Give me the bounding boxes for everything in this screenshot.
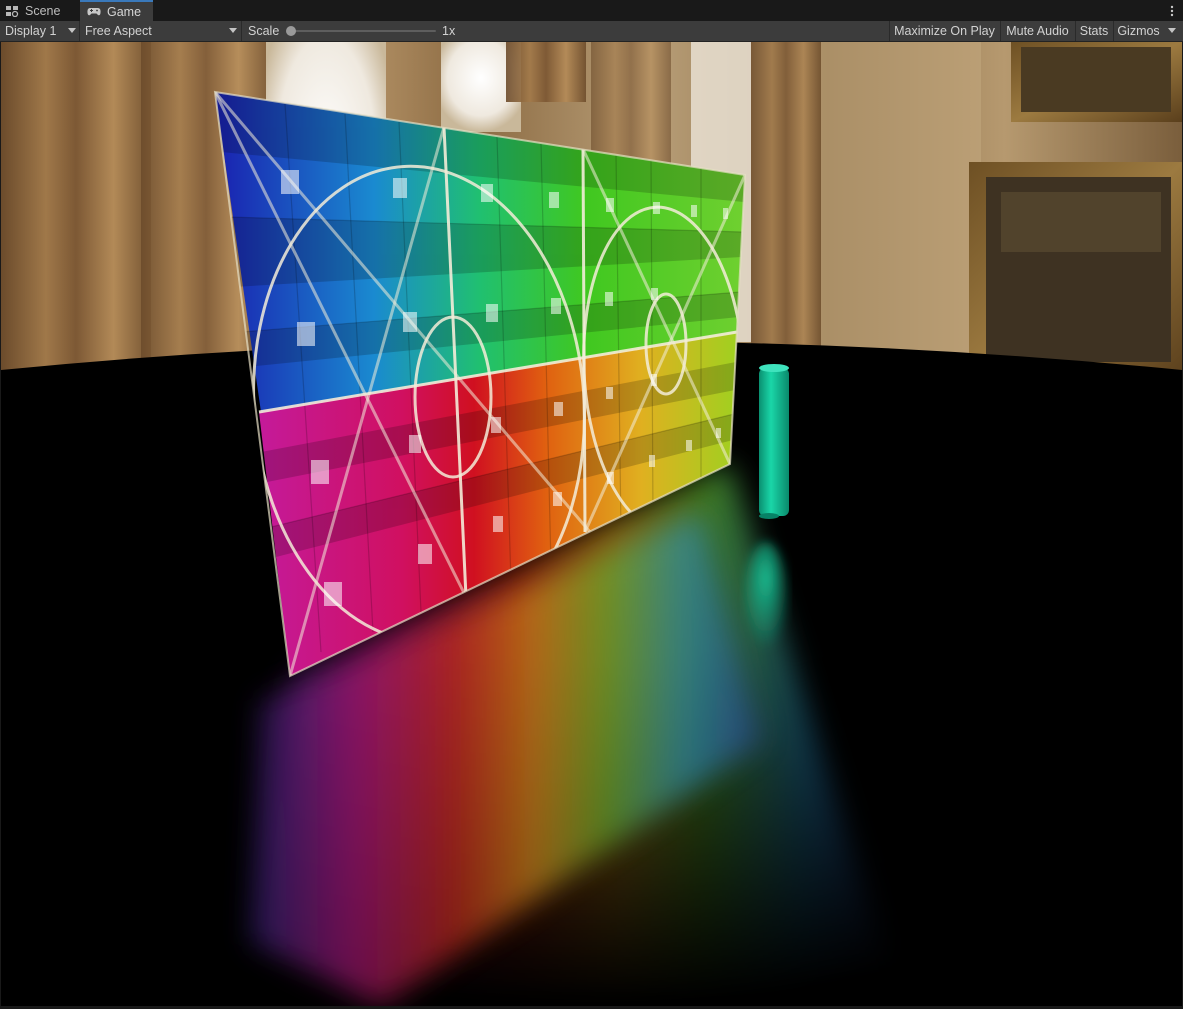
game-viewport[interactable]	[1, 42, 1182, 1006]
kebab-menu-icon[interactable]	[1167, 3, 1177, 19]
scale-slider-handle[interactable]	[286, 26, 296, 36]
chevron-down-icon	[229, 28, 237, 33]
aspect-dropdown[interactable]: Free Aspect	[81, 21, 242, 41]
gizmos-dropdown[interactable]	[1163, 21, 1183, 41]
chevron-down-icon	[68, 28, 76, 33]
gamepad-icon	[86, 5, 102, 19]
tab-game-label: Game	[107, 4, 142, 19]
mute-audio-toggle[interactable]: Mute Audio	[1000, 21, 1074, 41]
gizmos-toggle[interactable]: Gizmos	[1113, 21, 1163, 41]
tab-game[interactable]: Game	[80, 0, 153, 21]
tab-strip: Scene Game	[0, 0, 1183, 22]
scale-slider-track[interactable]	[290, 30, 436, 32]
maximize-on-play-toggle[interactable]: Maximize On Play	[889, 21, 999, 41]
scale-value: 1x	[442, 24, 456, 38]
game-window: Scene Game Display 1 Free Aspect Scale 1…	[0, 0, 1183, 1009]
display-dropdown[interactable]: Display 1	[0, 21, 80, 41]
game-toolbar: Display 1 Free Aspect Scale 1x Maximize …	[0, 21, 1183, 42]
display-dropdown-value: Display 1	[5, 24, 57, 38]
stats-toggle[interactable]: Stats	[1075, 21, 1112, 41]
rendered-scene	[1, 42, 1182, 1006]
grid-icon	[4, 4, 20, 18]
tab-scene[interactable]: Scene	[0, 0, 79, 21]
cylinder-object	[759, 364, 789, 519]
aspect-dropdown-value: Free Aspect	[85, 24, 152, 38]
tab-scene-label: Scene	[25, 3, 61, 18]
scale-label: Scale	[248, 24, 280, 38]
chevron-down-icon	[1168, 28, 1176, 33]
